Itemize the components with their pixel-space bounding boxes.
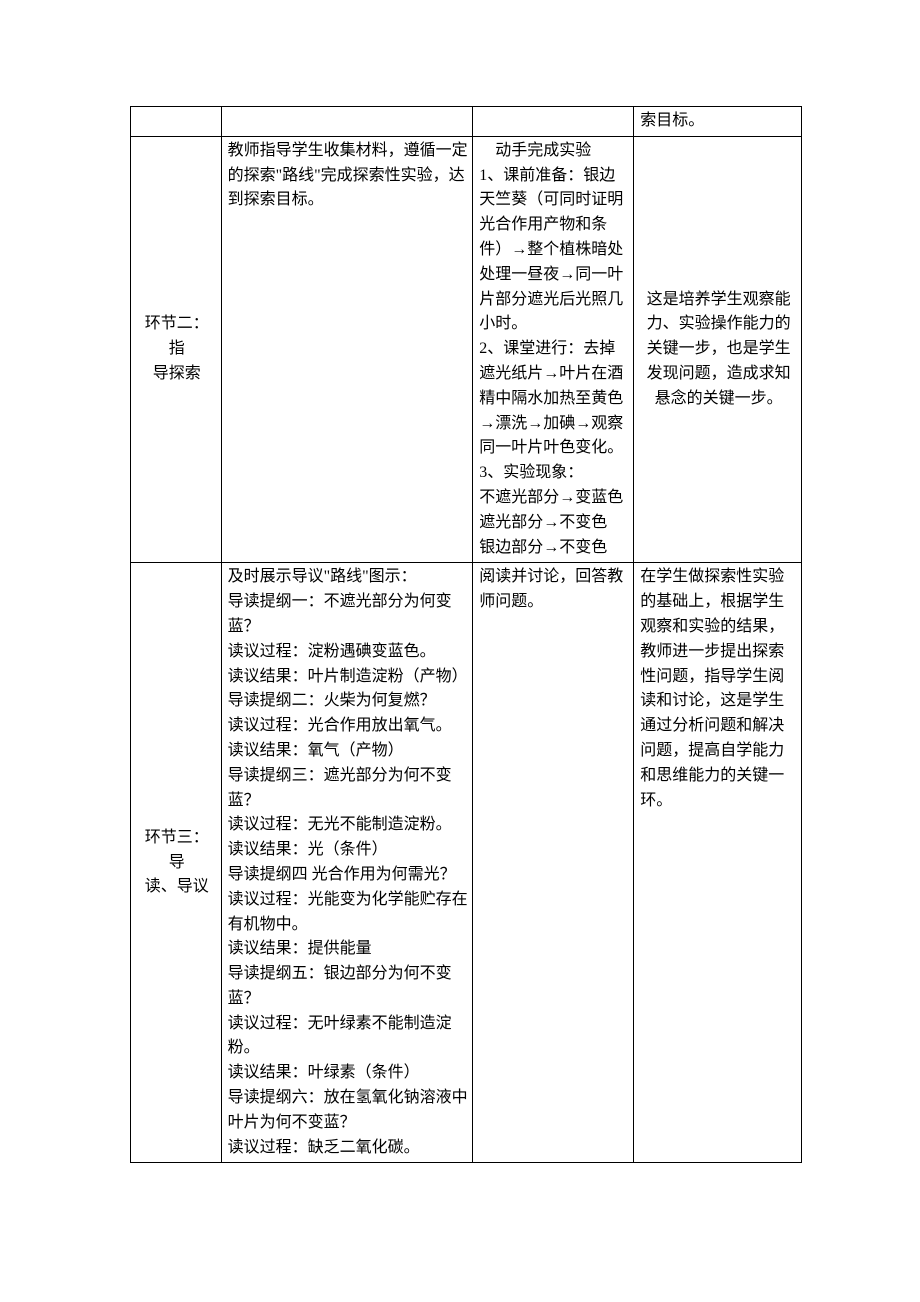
page: 索目标。 环节二：指 导探索 教师指导学生收集材料，遵循一定的探索"路线"完成探… [0, 0, 920, 1302]
paragraph: 导读提纲四 光合作用为何需光？ [228, 863, 469, 888]
paragraph: 不遮光部分→变蓝色 [479, 486, 629, 511]
section-label-cell: 环节三：导 读、导议 [131, 563, 222, 1163]
paragraph: 读议结果：提供能量 [228, 937, 469, 962]
student-activity-cell: 阅读并讨论，回答教师问题。 [473, 563, 634, 1163]
cell [473, 107, 634, 137]
student-activity-cell: 动手完成实验 1、课前准备：银边天竺葵（可同时证明光合作用产物和条件）→整个植株… [473, 136, 634, 563]
table-row: 环节二：指 导探索 教师指导学生收集材料，遵循一定的探索"路线"完成探索性实验，… [131, 136, 802, 563]
paragraph: 动手完成实验 [479, 139, 629, 164]
paragraph: 读议结果：叶绿素（条件） [228, 1061, 469, 1086]
section-label-line: 环节二：指 [137, 312, 217, 362]
paragraph: 导读提纲五：银边部分为何不变蓝？ [228, 962, 469, 1012]
paragraph: 导读提纲六：放在氢氧化钠溶液中叶片为何不变蓝？ [228, 1086, 469, 1136]
paragraph: 读议过程：光能变为化学能贮存在有机物中。 [228, 888, 469, 938]
table-row: 索目标。 [131, 107, 802, 137]
cell [221, 107, 473, 137]
paragraph: 导读提纲一：不遮光部分为何变蓝？ [228, 590, 469, 640]
section-label-cell: 环节二：指 导探索 [131, 136, 222, 563]
paragraph: 读议过程：淀粉遇碘变蓝色。 [228, 640, 469, 665]
paragraph: 读议结果：氧气（产物） [228, 739, 469, 764]
paragraph: 读议过程：光合作用放出氧气。 [228, 714, 469, 739]
paragraph: 读议过程：无光不能制造淀粉。 [228, 813, 469, 838]
paragraph: 读议结果：叶片制造淀粉（产物） [228, 665, 469, 690]
teacher-activity-cell: 及时展示导议"路线"图示： 导读提纲一：不遮光部分为何变蓝？ 读议过程：淀粉遇碘… [221, 563, 473, 1163]
teacher-activity-cell: 教师指导学生收集材料，遵循一定的探索"路线"完成探索性实验，达到探索目标。 [221, 136, 473, 563]
design-intent-cell: 在学生做探索性实验的基础上，根据学生观察和实验的结果，教师进一步提出探索性问题，… [634, 563, 802, 1163]
paragraph: 遮光部分→不变色 [479, 511, 629, 536]
paragraph: 导读提纲三：遮光部分为何不变蓝？ [228, 764, 469, 814]
lesson-plan-table: 索目标。 环节二：指 导探索 教师指导学生收集材料，遵循一定的探索"路线"完成探… [130, 106, 802, 1163]
design-intent-cell: 这是培养学生观察能力、实验操作能力的关键一步，也是学生发现问题，造成求知悬念的关… [634, 136, 802, 563]
section-label-line: 导探索 [137, 362, 217, 387]
paragraph: 读议过程：缺乏二氧化碳。 [228, 1136, 469, 1161]
section-label-line: 环节三：导 [137, 826, 217, 876]
cell [131, 107, 222, 137]
cell: 索目标。 [634, 107, 802, 137]
paragraph: 2、课堂进行：去掉遮光纸片→叶片在酒精中隔水加热至黄色→漂洗→加碘→观察同一叶片… [479, 337, 629, 461]
paragraph: 这是培养学生观察能力、实验操作能力的关键一步，也是学生发现问题，造成求知悬念的关… [640, 288, 797, 412]
paragraph: 银边部分→不变色 [479, 536, 629, 561]
paragraph: 读议结果：光（条件） [228, 838, 469, 863]
paragraph: 3、实验现象： [479, 461, 629, 486]
table-row: 环节三：导 读、导议 及时展示导议"路线"图示： 导读提纲一：不遮光部分为何变蓝… [131, 563, 802, 1163]
paragraph: 导读提纲二：火柴为何复燃？ [228, 689, 469, 714]
paragraph: 及时展示导议"路线"图示： [228, 565, 469, 590]
paragraph: 读议过程：无叶绿素不能制造淀粉。 [228, 1012, 469, 1062]
section-label-line: 读、导议 [137, 875, 217, 900]
paragraph: 1、课前准备：银边天竺葵（可同时证明光合作用产物和条件）→整个植株暗处处理一昼夜… [479, 164, 629, 338]
